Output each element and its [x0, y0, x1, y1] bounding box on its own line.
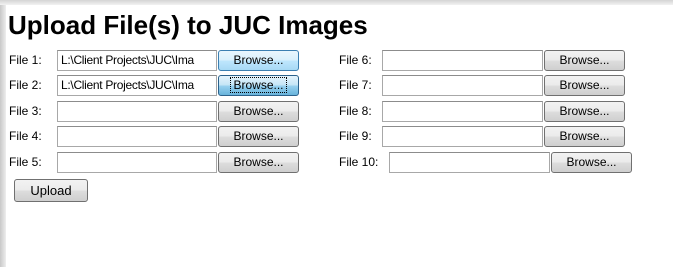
file-7-input[interactable] — [382, 75, 543, 96]
file-6-label: File 6: — [339, 53, 372, 67]
file-10-browse-button[interactable]: Browse... — [551, 152, 632, 173]
file-8-label: File 8: — [339, 104, 372, 118]
file-2-browse-button[interactable]: Browse... — [218, 75, 299, 96]
file-10-input[interactable] — [389, 152, 550, 173]
upload-button[interactable]: Upload — [14, 179, 88, 202]
file-5-input[interactable] — [57, 152, 217, 173]
file-6-browse-label: Browse... — [559, 53, 610, 67]
file-6-input[interactable] — [382, 50, 543, 71]
file-8-browse-button[interactable]: Browse... — [544, 101, 625, 122]
file-8-input[interactable] — [382, 101, 543, 122]
file-3-browse-label: Browse... — [233, 104, 284, 118]
file-7-label: File 7: — [339, 78, 372, 92]
file-2-browse-label: Browse... — [230, 77, 287, 93]
file-3-browse-button[interactable]: Browse... — [218, 101, 299, 122]
file-10-browse-label: Browse... — [566, 155, 617, 169]
file-2-input[interactable]: L:\Client Projects\JUC\Ima — [57, 75, 217, 96]
file-4-browse-label: Browse... — [233, 129, 284, 143]
file-5-browse-label: Browse... — [233, 155, 284, 169]
file-9-label: File 9: — [339, 129, 372, 143]
file-1-input[interactable]: L:\Client Projects\JUC\Ima — [57, 50, 217, 71]
file-9-browse-label: Browse... — [559, 129, 610, 143]
file-4-label: File 4: — [9, 129, 42, 143]
page-title: Upload File(s) to JUC Images — [8, 10, 368, 40]
window-left-border — [0, 5, 6, 267]
file-7-browse-label: Browse... — [559, 78, 610, 92]
window-top-border — [0, 0, 673, 5]
file-5-browse-button[interactable]: Browse... — [218, 152, 299, 173]
file-6-browse-button[interactable]: Browse... — [544, 50, 625, 71]
file-9-input[interactable] — [382, 126, 543, 147]
file-1-browse-label: Browse... — [233, 53, 284, 67]
file-8-browse-label: Browse... — [559, 104, 610, 118]
file-4-browse-button[interactable]: Browse... — [218, 126, 299, 147]
file-9-browse-button[interactable]: Browse... — [544, 126, 625, 147]
file-3-input[interactable] — [57, 101, 217, 122]
file-10-label: File 10: — [339, 155, 379, 169]
file-2-label: File 2: — [9, 78, 42, 92]
file-4-input[interactable] — [57, 126, 217, 147]
file-7-browse-button[interactable]: Browse... — [544, 75, 625, 96]
file-5-label: File 5: — [9, 155, 42, 169]
file-1-browse-button[interactable]: Browse... — [218, 50, 299, 71]
file-1-label: File 1: — [9, 53, 42, 67]
file-3-label: File 3: — [9, 104, 42, 118]
